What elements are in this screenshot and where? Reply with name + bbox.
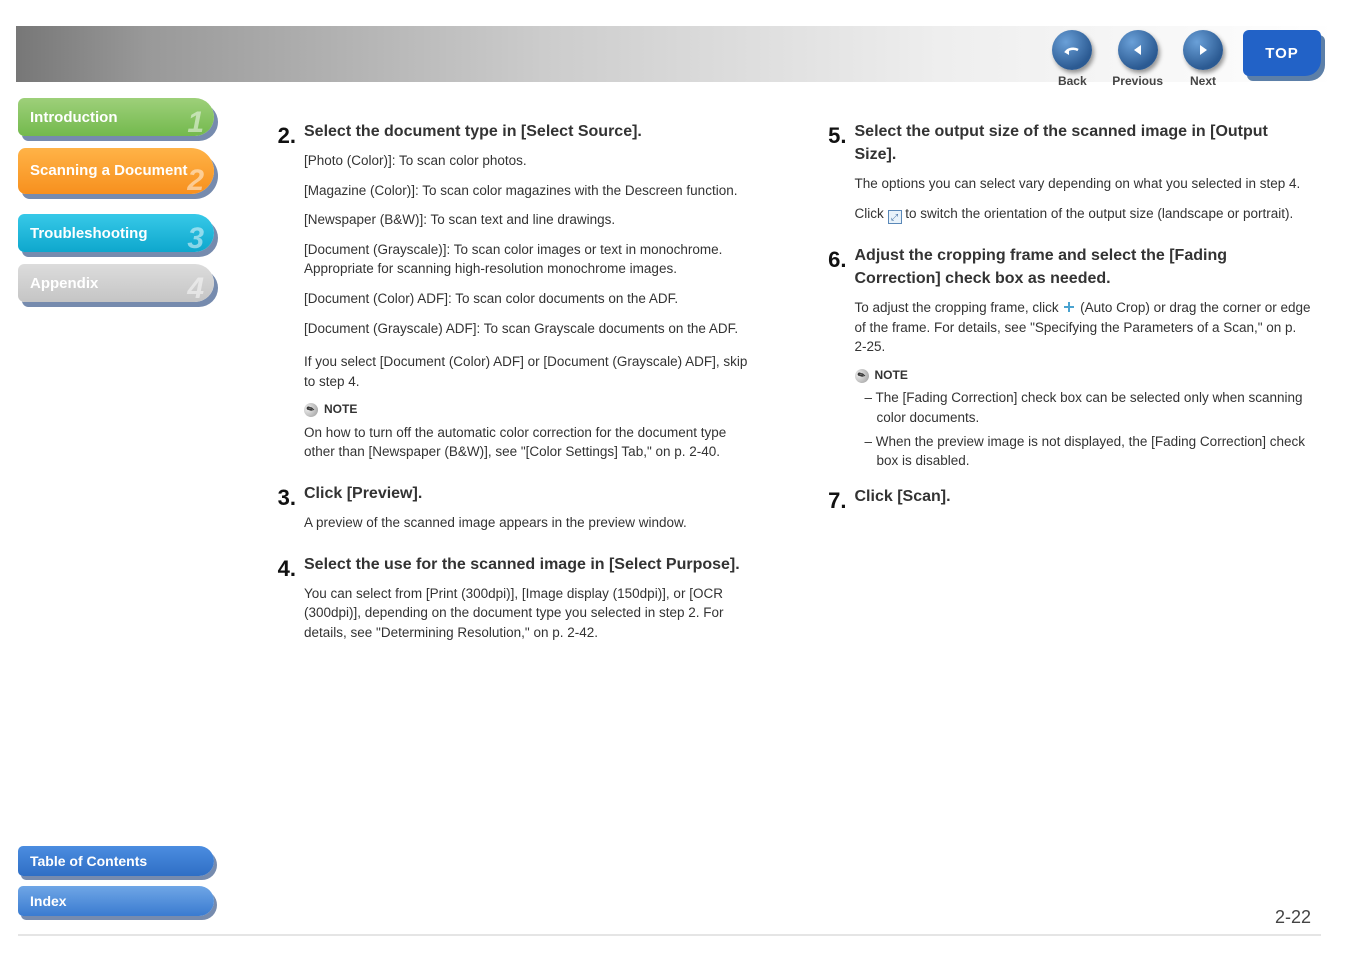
next-nav[interactable]: Next	[1183, 30, 1223, 88]
auto-crop-icon	[1062, 300, 1076, 314]
main-content: 2. Select the document type in [Select S…	[270, 120, 1311, 914]
footer-divider	[18, 934, 1321, 936]
next-label: Next	[1190, 74, 1216, 88]
sidebar-item-label: Introduction	[30, 109, 117, 126]
right-column: 5. Select the output size of the scanned…	[821, 120, 1312, 662]
sidebar: Introduction 1 Scanning a Document 2 Tro…	[18, 98, 214, 314]
step-number: 7.	[821, 485, 855, 517]
step-number: 3.	[270, 482, 304, 543]
note-heading: ✎ NOTE	[304, 401, 761, 418]
toc-link[interactable]: Table of Contents	[18, 846, 214, 876]
note-text: On how to turn off the automatic color c…	[304, 423, 761, 462]
sidebar-item-number: 1	[187, 106, 204, 140]
sidebar-item-label: Scanning a Document	[30, 163, 188, 180]
step-number: 4.	[270, 553, 304, 653]
sidebar-item-scanning[interactable]: Scanning a Document 2	[18, 148, 214, 194]
step-number: 2.	[270, 120, 304, 472]
note-heading: ✎ NOTE	[855, 367, 1312, 384]
back-label: Back	[1058, 74, 1087, 88]
note-bullet: – The [Fading Correction] check box can …	[865, 388, 1312, 427]
index-link[interactable]: Index	[18, 886, 214, 916]
step6-p1: To adjust the cropping frame, click (Aut…	[855, 298, 1312, 357]
back-icon	[1052, 30, 1092, 70]
pencil-icon: ✎	[301, 400, 320, 419]
step2-p6: [Document (Grayscale) ADF]: To scan Gray…	[304, 319, 761, 339]
step-title: Adjust the cropping frame and select the…	[855, 244, 1312, 290]
sidebar-item-number: 3	[187, 222, 204, 256]
step-5: 5. Select the output size of the scanned…	[821, 120, 1312, 234]
step-title: Select the output size of the scanned im…	[855, 120, 1312, 166]
note-label: NOTE	[324, 401, 357, 418]
step2-p3: [Newspaper (B&W)]: To scan text and line…	[304, 210, 761, 230]
note-label: NOTE	[875, 367, 908, 384]
step2-p7: If you select [Document (Color) ADF] or …	[304, 352, 761, 391]
orientation-icon: ⤢	[888, 210, 902, 224]
step-title: Select the use for the scanned image in …	[304, 553, 761, 576]
next-icon	[1183, 30, 1223, 70]
sidebar-item-number: 2	[187, 164, 204, 198]
previous-nav[interactable]: Previous	[1112, 30, 1163, 88]
step5-p1: The options you can select vary dependin…	[855, 174, 1312, 194]
sidebar-item-number: 4	[187, 272, 204, 306]
toc-label: Table of Contents	[30, 853, 147, 869]
step-3: 3. Click [Preview]. A preview of the sca…	[270, 482, 761, 543]
sidebar-item-introduction[interactable]: Introduction 1	[18, 98, 214, 136]
pencil-icon: ✎	[852, 366, 871, 385]
step-6: 6. Adjust the cropping frame and select …	[821, 244, 1312, 475]
step2-p2: [Magazine (Color)]: To scan color magazi…	[304, 181, 761, 201]
step3-p1: A preview of the scanned image appears i…	[304, 513, 761, 533]
step2-p5: [Document (Color) ADF]: To scan color do…	[304, 289, 761, 309]
step-4: 4. Select the use for the scanned image …	[270, 553, 761, 653]
top-nav: Back Previous Next TOP	[1052, 30, 1321, 88]
step2-p4: [Document (Grayscale)]: To scan color im…	[304, 240, 761, 279]
step-title: Select the document type in [Select Sour…	[304, 120, 761, 143]
step-7: 7. Click [Scan].	[821, 485, 1312, 517]
top-button-label: TOP	[1265, 45, 1299, 62]
left-column: 2. Select the document type in [Select S…	[270, 120, 761, 662]
back-nav[interactable]: Back	[1052, 30, 1092, 88]
top-button[interactable]: TOP	[1243, 30, 1321, 76]
index-label: Index	[30, 893, 67, 909]
step5-p2: Click ⤢ to switch the orientation of the…	[855, 204, 1312, 224]
previous-icon	[1118, 30, 1158, 70]
step-title: Click [Preview].	[304, 482, 761, 505]
bottom-links: Table of Contents Index	[18, 846, 214, 926]
note-bullets: – The [Fading Correction] check box can …	[865, 388, 1312, 470]
step-title: Click [Scan].	[855, 485, 1312, 508]
step-number: 5.	[821, 120, 855, 234]
sidebar-item-appendix[interactable]: Appendix 4	[18, 264, 214, 302]
page-number: 2-22	[1275, 907, 1311, 928]
step-2: 2. Select the document type in [Select S…	[270, 120, 761, 472]
step2-p1: [Photo (Color)]: To scan color photos.	[304, 151, 761, 171]
previous-label: Previous	[1112, 74, 1163, 88]
sidebar-item-label: Appendix	[30, 275, 98, 292]
step-number: 6.	[821, 244, 855, 475]
step4-p1: You can select from [Print (300dpi)], [I…	[304, 584, 761, 643]
sidebar-item-troubleshooting[interactable]: Troubleshooting 3	[18, 214, 214, 252]
note-bullet: – When the preview image is not displaye…	[865, 432, 1312, 471]
sidebar-item-label: Troubleshooting	[30, 225, 148, 242]
